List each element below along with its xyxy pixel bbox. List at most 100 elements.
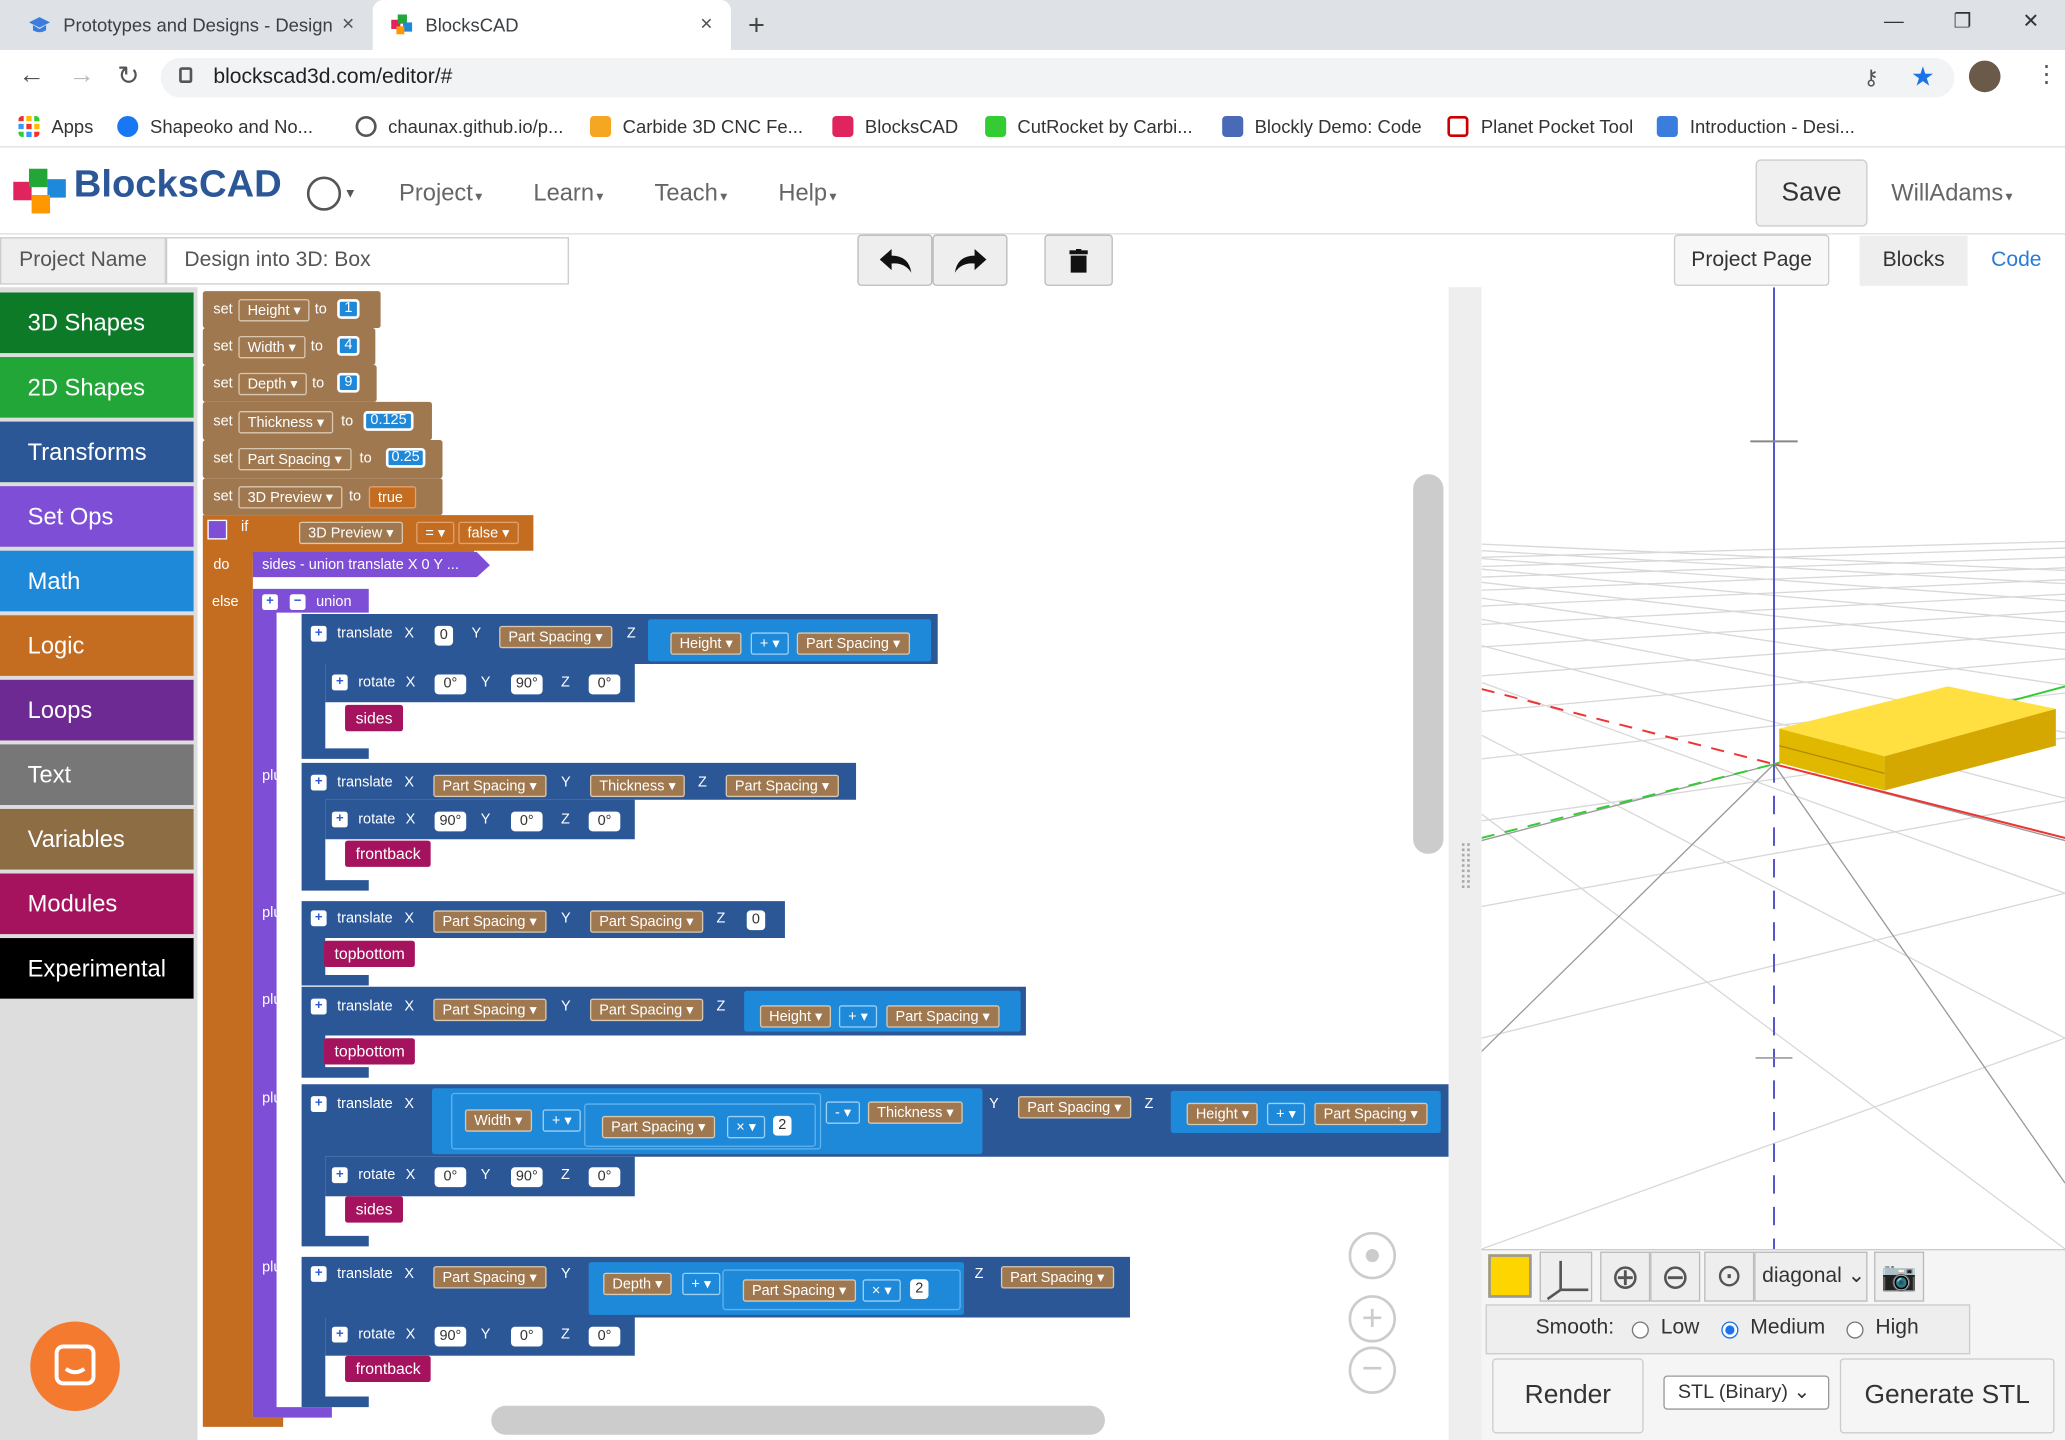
forward-icon[interactable]: → (68, 61, 94, 91)
avatar[interactable] (1968, 60, 2001, 93)
value-field[interactable]: 4 (337, 335, 360, 356)
number-field[interactable]: 0° (588, 811, 621, 832)
zoom-in-icon[interactable]: + (1348, 1295, 1397, 1343)
close-icon[interactable]: × (700, 13, 712, 37)
variable-dropdown[interactable]: Part Spacing ▾ (742, 1279, 856, 1302)
bookmark-apps[interactable]: Apps (18, 115, 93, 137)
expand-icon[interactable]: + (310, 1266, 327, 1282)
variable-dropdown[interactable]: Depth ▾ (238, 372, 307, 396)
operator-dropdown[interactable]: × ▾ (726, 1115, 766, 1139)
reload-icon[interactable]: ↻ (117, 59, 139, 92)
number-field[interactable]: 0° (588, 1167, 621, 1188)
tab-prototypes[interactable]: Prototypes and Designs - Design × (11, 0, 373, 50)
toolbox-category[interactable]: 2D Shapes (0, 357, 194, 418)
value-field[interactable]: 0.25 (385, 447, 426, 468)
app-logo[interactable]: BlocksCAD (74, 163, 282, 206)
number-field[interactable]: 0 (434, 625, 454, 646)
format-select[interactable]: STL (Binary) ⌄ (1663, 1375, 1830, 1410)
variable-dropdown[interactable]: Part Spacing ▾ (238, 447, 352, 471)
close-icon[interactable]: × (342, 13, 354, 37)
collapse-icon[interactable]: − (289, 594, 306, 611)
module-call[interactable]: topbottom (323, 940, 416, 968)
toolbox-category[interactable]: Loops (0, 679, 194, 741)
axes-toggle-button[interactable] (1539, 1251, 1593, 1302)
new-tab-button[interactable]: + (748, 8, 765, 42)
number-field[interactable]: 2 (910, 1279, 929, 1300)
variable-dropdown[interactable]: Part Spacing ▾ (601, 1115, 715, 1139)
3d-viewer[interactable] (1481, 287, 2065, 1249)
redo-button[interactable] (932, 234, 1008, 286)
blocks-workspace[interactable]: set Height ▾ to 1 set Width ▾ to 4 set Depth ▾ to 9… (197, 287, 1449, 1440)
value-field[interactable]: 9 (337, 372, 360, 393)
number-field[interactable]: 90° (434, 811, 467, 832)
variable-dropdown[interactable]: Part Spacing ▾ (725, 774, 839, 798)
bookmark-carbide[interactable]: Carbide 3D CNC Fe... (589, 115, 803, 137)
expand-icon[interactable]: + (331, 811, 348, 828)
variable-dropdown[interactable]: Part Spacing ▾ (1018, 1096, 1131, 1119)
number-field[interactable]: 90° (510, 1167, 543, 1188)
module-call[interactable]: frontback (345, 840, 432, 867)
number-field[interactable]: 0 (746, 910, 766, 931)
operator-dropdown[interactable]: + ▾ (750, 632, 789, 655)
camera-icon[interactable]: 📷 (1874, 1251, 1925, 1302)
operator-dropdown[interactable]: + ▾ (1266, 1102, 1306, 1126)
variable-dropdown[interactable]: Part Spacing ▾ (433, 1266, 546, 1289)
toolbox-category[interactable]: Variables (0, 808, 194, 870)
project-name-input[interactable]: Design into 3D: Box (165, 237, 569, 285)
module-call[interactable]: sides (345, 1196, 404, 1223)
expand-icon[interactable]: + (310, 998, 327, 1015)
operator-dropdown[interactable]: + ▾ (838, 1005, 878, 1028)
splitter-handle-icon[interactable] (1461, 843, 1470, 888)
toolbox-category[interactable]: Text (0, 744, 194, 805)
condition-value[interactable]: false ▾ (458, 521, 519, 545)
user-menu[interactable]: WillAdams▼ (1891, 179, 2015, 207)
viewer-recenter-icon[interactable]: ⊙ (1704, 1251, 1755, 1302)
radio-medium[interactable] (1721, 1321, 1739, 1339)
zoom-out-icon[interactable]: − (1348, 1346, 1397, 1394)
variable-dropdown[interactable]: Height ▾ (1186, 1102, 1259, 1126)
tab-blocks[interactable]: Blocks (1859, 235, 1968, 286)
recenter-icon[interactable] (1348, 1231, 1397, 1280)
expand-icon[interactable]: + (310, 1096, 327, 1112)
key-icon[interactable]: ⚷ (1864, 65, 1879, 91)
toolbox-category[interactable]: Math (0, 550, 194, 612)
radio-high[interactable] (1846, 1321, 1864, 1339)
variable-dropdown[interactable]: 3D Preview ▾ (238, 486, 343, 509)
variable-dropdown[interactable]: Height ▾ (670, 632, 742, 655)
module-call[interactable]: frontback (345, 1355, 432, 1383)
bookmark-introduction[interactable]: Introduction - Desi... (1656, 115, 1855, 137)
minimize-icon[interactable]: — (1864, 0, 1925, 42)
viewer-zoom-out-icon[interactable]: ⊖ (1650, 1251, 1701, 1302)
expand-icon[interactable]: + (331, 1326, 348, 1343)
tab-blockscad[interactable]: BlocksCAD × (372, 0, 731, 51)
variable-dropdown[interactable]: Width ▾ (464, 1109, 532, 1132)
variable-dropdown[interactable]: Width ▾ (238, 335, 306, 359)
condition-variable[interactable]: 3D Preview ▾ (298, 521, 403, 545)
toolbox-category[interactable]: Set Ops (0, 486, 194, 547)
restore-icon[interactable]: ❐ (1932, 0, 1993, 42)
variable-dropdown[interactable]: Part Spacing ▾ (499, 625, 612, 649)
bookmark-chaunax[interactable]: chaunax.github.io/p... (355, 115, 563, 137)
browser-menu-icon[interactable]: ⋮ (2035, 61, 2059, 89)
tab-code[interactable]: Code (1968, 236, 2065, 286)
number-field[interactable]: 0° (510, 1326, 543, 1347)
window-close-icon[interactable]: ✕ (2001, 0, 2062, 42)
value-field[interactable]: 0.125 (363, 411, 414, 431)
operator-dropdown[interactable]: + ▾ (682, 1272, 721, 1296)
bookmark-blockly[interactable]: Blockly Demo: Code (1221, 115, 1422, 137)
menu-teach[interactable]: Teach▼ (655, 179, 730, 207)
color-picker[interactable] (1488, 1254, 1532, 1298)
value-field[interactable]: 1 (337, 299, 360, 319)
variable-dropdown[interactable]: Part Spacing ▾ (1314, 1102, 1428, 1126)
generate-stl-button[interactable]: Generate STL (1839, 1358, 2055, 1434)
variable-dropdown[interactable]: Thickness ▾ (590, 774, 685, 798)
undo-button[interactable] (857, 234, 933, 286)
expand-icon[interactable]: + (310, 910, 327, 927)
bookmark-blockscad[interactable]: BlocksCAD (831, 115, 958, 137)
operator-dropdown[interactable]: + ▾ (542, 1109, 581, 1132)
do-call-block[interactable]: sides - union translate X 0 Y ... (262, 557, 459, 573)
toolbox-category[interactable]: Transforms (0, 421, 194, 483)
chat-launcher-button[interactable] (30, 1321, 120, 1412)
star-icon[interactable]: ★ (1911, 61, 1935, 94)
variable-dropdown[interactable]: Height ▾ (238, 299, 310, 322)
